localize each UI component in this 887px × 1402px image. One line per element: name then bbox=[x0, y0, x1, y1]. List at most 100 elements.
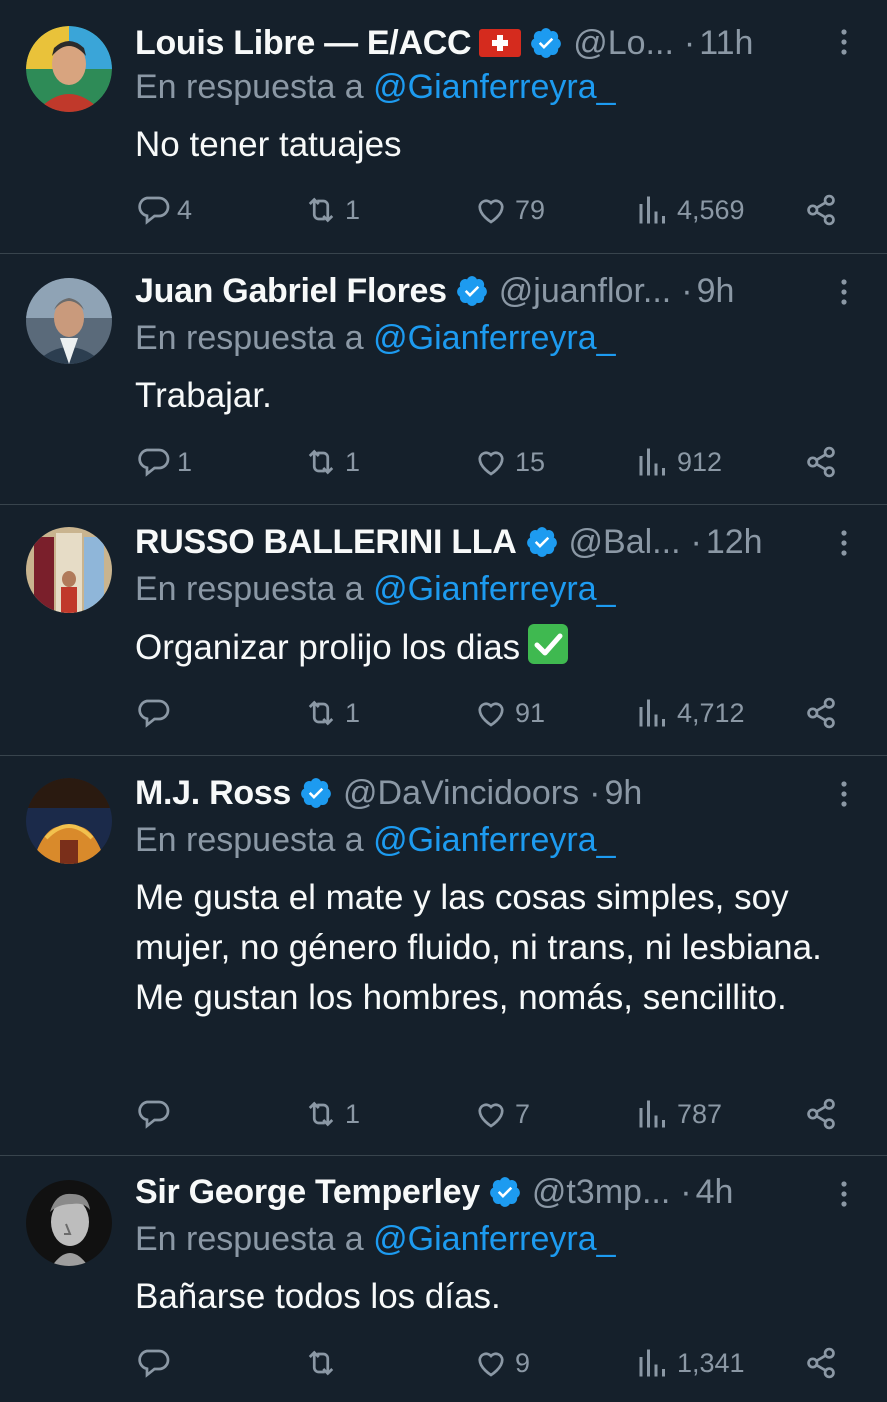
share-button[interactable] bbox=[803, 190, 839, 230]
reply-prefix: En respuesta a bbox=[135, 319, 364, 357]
author-name[interactable]: Louis Libre — E/ACC bbox=[135, 24, 472, 63]
reply-context: En respuesta a @Gianferreyra_ bbox=[135, 68, 616, 107]
views-button[interactable]: 787 bbox=[635, 1094, 722, 1134]
share-button[interactable] bbox=[803, 693, 839, 733]
view-count: 787 bbox=[677, 1098, 723, 1129]
author-handle[interactable]: @DaVincidoors bbox=[343, 774, 579, 813]
avatar[interactable] bbox=[26, 26, 112, 112]
like-button[interactable]: 7 bbox=[473, 1094, 530, 1134]
analytics-icon bbox=[639, 196, 665, 224]
author-handle[interactable]: @Bal... bbox=[569, 523, 681, 562]
views-button[interactable]: 4,569 bbox=[635, 190, 745, 230]
separator-dot: · bbox=[681, 271, 693, 310]
share-button[interactable] bbox=[803, 442, 839, 482]
timestamp[interactable]: 9h bbox=[697, 272, 735, 311]
share-icon bbox=[807, 697, 835, 729]
share-button[interactable] bbox=[803, 1094, 839, 1134]
repost-icon bbox=[308, 700, 334, 726]
author-name[interactable]: RUSSO BALLERINI LLA bbox=[135, 523, 517, 562]
like-count: 79 bbox=[515, 194, 546, 225]
reply-button[interactable]: 4 bbox=[135, 190, 192, 230]
reply-button[interactable] bbox=[135, 693, 177, 733]
share-button[interactable] bbox=[803, 1343, 839, 1383]
timestamp[interactable]: 12h bbox=[706, 523, 763, 562]
share-icon bbox=[807, 1347, 835, 1379]
more-options-icon[interactable] bbox=[837, 529, 851, 557]
reply-context: En respuesta a @Gianferreyra_ bbox=[135, 570, 616, 609]
separator-dot: · bbox=[683, 23, 696, 62]
repost-icon bbox=[308, 1101, 334, 1127]
action-bar: 1 1 15 912 bbox=[135, 442, 843, 482]
like-button[interactable]: 15 bbox=[473, 442, 545, 482]
repost-button[interactable]: 1 bbox=[303, 1094, 360, 1134]
analytics-icon bbox=[639, 448, 665, 476]
view-count: 912 bbox=[677, 446, 723, 477]
reply-icon bbox=[138, 1100, 170, 1129]
view-count: 4,569 bbox=[677, 194, 745, 225]
like-button[interactable]: 9 bbox=[473, 1343, 530, 1383]
mention-link[interactable]: @Gianferreyra_ bbox=[373, 319, 615, 357]
verified-badge-icon bbox=[531, 28, 562, 58]
author-name[interactable]: Juan Gabriel Flores bbox=[135, 272, 447, 311]
reply-button[interactable]: 1 bbox=[135, 442, 192, 482]
tweet-item[interactable]: RUSSO BALLERINI LLA @Bal... · 12h En res… bbox=[0, 505, 887, 756]
analytics-icon bbox=[639, 1100, 665, 1128]
views-button[interactable]: 4,712 bbox=[635, 693, 745, 733]
more-options-icon[interactable] bbox=[837, 1180, 851, 1208]
tweet-item[interactable]: Louis Libre — E/ACC @Lo... · 11h En resp… bbox=[0, 0, 887, 254]
reply-icon bbox=[138, 1349, 170, 1378]
like-button[interactable]: 79 bbox=[473, 190, 545, 230]
repost-button[interactable] bbox=[303, 1343, 345, 1383]
verified-badge-icon bbox=[456, 276, 487, 306]
author-handle[interactable]: @Lo... bbox=[573, 24, 674, 63]
view-count: 4,712 bbox=[677, 697, 745, 728]
author-name[interactable]: M.J. Ross bbox=[135, 774, 291, 813]
like-count: 91 bbox=[515, 697, 546, 728]
mention-link[interactable]: @Gianferreyra_ bbox=[373, 821, 615, 859]
reply-context: En respuesta a @Gianferreyra_ bbox=[135, 1220, 616, 1259]
mention-link[interactable]: @Gianferreyra_ bbox=[373, 570, 615, 608]
tweet-item[interactable]: M.J. Ross @DaVincidoors · 9h En respuest… bbox=[0, 756, 887, 1156]
timestamp[interactable]: 11h bbox=[699, 24, 753, 63]
repost-button[interactable]: 1 bbox=[303, 442, 360, 482]
swiss-flag-icon bbox=[479, 29, 522, 57]
reply-button[interactable] bbox=[135, 1343, 177, 1383]
avatar[interactable] bbox=[26, 1180, 112, 1266]
tweet-text: Bañarse todos los días. bbox=[135, 1277, 501, 1316]
timestamp[interactable]: 4h bbox=[696, 1173, 734, 1212]
avatar[interactable] bbox=[26, 527, 112, 613]
heart-icon bbox=[478, 451, 504, 476]
tweet-text: Me gusta el mate y las cosas simples, so… bbox=[135, 878, 822, 1017]
author-handle[interactable]: @juanflor... bbox=[499, 272, 672, 311]
author-name[interactable]: Sir George Temperley bbox=[135, 1173, 480, 1212]
separator-dot: · bbox=[680, 1172, 692, 1211]
timestamp[interactable]: 9h bbox=[604, 774, 642, 813]
tweet-text: Trabajar. bbox=[135, 376, 272, 415]
verified-badge-icon bbox=[301, 778, 331, 808]
reply-feed: Louis Libre — E/ACC @Lo... · 11h En resp… bbox=[0, 0, 887, 1402]
separator-dot: · bbox=[589, 773, 601, 812]
like-button[interactable]: 91 bbox=[473, 693, 545, 733]
views-button[interactable]: 1,341 bbox=[635, 1343, 745, 1383]
avatar[interactable] bbox=[26, 778, 112, 864]
more-options-icon[interactable] bbox=[837, 780, 851, 808]
share-icon bbox=[807, 194, 835, 226]
like-count: 15 bbox=[515, 446, 546, 477]
like-count: 9 bbox=[515, 1347, 531, 1378]
repost-count: 1 bbox=[345, 697, 361, 728]
tweet-item[interactable]: Juan Gabriel Flores @juanflor... · 9h En… bbox=[0, 254, 887, 505]
mention-link[interactable]: @Gianferreyra_ bbox=[373, 1220, 615, 1258]
avatar[interactable] bbox=[26, 278, 112, 364]
author-handle[interactable]: @t3mp... bbox=[532, 1173, 670, 1212]
tweet-item[interactable]: Sir George Temperley @t3mp... · 4h En re… bbox=[0, 1156, 887, 1402]
more-options-icon[interactable] bbox=[837, 28, 851, 56]
repost-button[interactable]: 1 bbox=[303, 190, 360, 230]
more-options-icon[interactable] bbox=[837, 278, 851, 306]
mention-link[interactable]: @Gianferreyra_ bbox=[373, 68, 615, 106]
tweet-text-content: Organizar prolijo los dias bbox=[135, 628, 521, 667]
views-button[interactable]: 912 bbox=[635, 442, 722, 482]
view-count: 1,341 bbox=[677, 1347, 745, 1378]
repost-button[interactable]: 1 bbox=[303, 693, 360, 733]
reply-button[interactable] bbox=[135, 1094, 177, 1134]
heart-icon bbox=[478, 1352, 504, 1377]
